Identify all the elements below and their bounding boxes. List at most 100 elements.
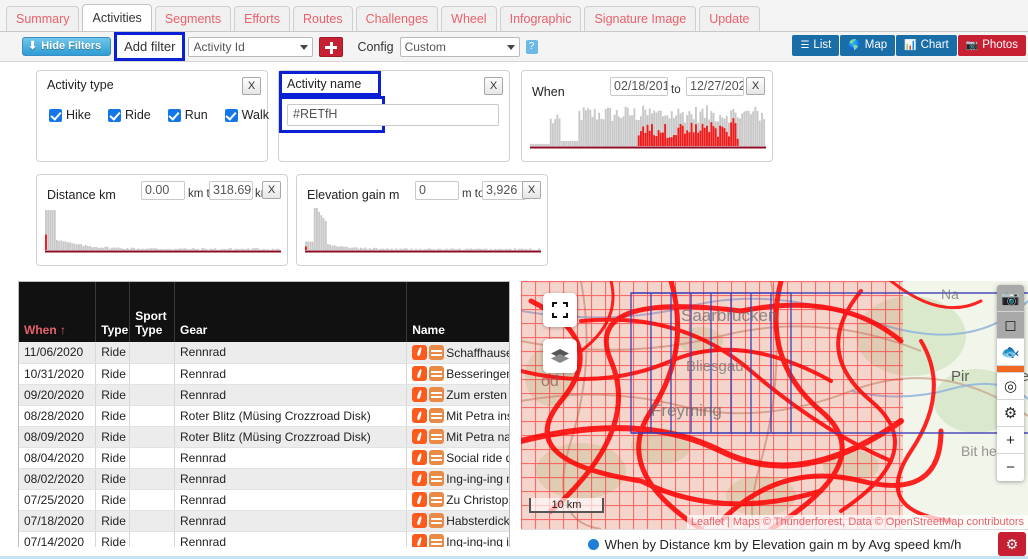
cell-name[interactable]: Mit Petra nach Sa [406,426,509,448]
when-close-button[interactable]: X [746,77,765,95]
table-row[interactable]: 08/28/2020 Ride Roter Blitz (Müsing Crozzr… [19,405,509,427]
zoom-out-icon[interactable]: − [997,454,1024,481]
add-filter-button[interactable] [319,36,344,57]
activity-name-link[interactable]: Besseringen, Hind [446,367,509,381]
cell-name[interactable]: Besseringen, Hind [406,363,509,385]
table-row[interactable]: 08/09/2020 Ride Roter Blitz (Müsing Crozzr… [19,426,509,448]
activity-name-link[interactable]: Zum ersten Mal in [446,388,509,402]
distance-close-button[interactable]: X [262,181,281,199]
view-switcher: ☰ List 🌎 Map 📊 Chart 📷 Photos [792,35,1026,56]
tab-routes[interactable]: Routes [293,6,353,31]
camera-icon[interactable]: 📷 [997,285,1024,312]
elevation-max-input[interactable]: 3,926 [482,181,526,200]
activity-name-link[interactable]: Schaffhausen, no [446,346,509,360]
tab-challenges[interactable]: Challenges [355,6,439,31]
tab-signature-image[interactable]: Signature Image [584,6,697,31]
cell-name[interactable]: Zum ersten Mal in [406,384,509,406]
checkbox-run[interactable] [167,108,181,122]
column-header-when[interactable]: When ↑ [19,282,97,342]
compare-arrows-icon [429,513,445,528]
column-header-name[interactable]: Name [406,282,509,342]
activity-name-close-button[interactable]: X [484,77,503,95]
activity-name-input[interactable]: #RETfH [287,104,499,126]
fish-icon[interactable]: 🐟 [997,339,1024,366]
cell-name[interactable]: Zu Christophs Tra [406,489,509,511]
activity-name-link[interactable]: Mit Petra nach Sa [446,430,509,444]
tab-infographic[interactable]: Infographic [499,6,582,31]
when-from-input[interactable]: 02/18/2012 [610,77,668,96]
table-row[interactable]: 10/31/2020Ride Rennrad Besseringen, Hind [19,363,509,385]
cell-name[interactable]: Mit Petra ins Reco [406,405,509,427]
gear-icon[interactable]: ⚙ [997,400,1024,427]
distance-max-input[interactable]: 318.69 [209,181,253,200]
when-to-input[interactable]: 12/27/2021 [686,77,744,96]
view-button-label: List [813,39,832,51]
svg-text:Bliesgau: Bliesgau [686,358,744,375]
column-header-gear[interactable]: Gear [174,282,408,342]
checkbox-hike[interactable] [49,108,62,122]
filter-type-select[interactable]: Activity Id [188,36,314,57]
activities-table-container[interactable]: When ↑ Type Sport Type Gear Name 11/06/2020 R… [18,281,510,559]
activity-name-link[interactable]: Ing-ing-ing mal an [446,472,509,486]
table-row[interactable]: 08/04/2020Ride Rennrad Social ride des RS [19,447,509,469]
cell-name[interactable]: Social ride des RS [406,447,509,469]
tab-activities[interactable]: Activities [82,4,152,31]
activity-type-option[interactable]: Walk [224,108,269,122]
add-filter-label[interactable]: Add filter [117,35,183,58]
cell-type: Ride [95,363,131,385]
locate-icon[interactable]: ◎ [997,373,1024,400]
tab-update[interactable]: Update [699,6,760,31]
compare-arrows-icon [429,450,445,465]
checkbox-label: Ride [125,108,151,122]
cell-gear: Rennrad [174,447,408,469]
activity-name-link[interactable]: Mit Petra ins Reco [446,409,509,423]
table-row[interactable]: 09/20/2020Ride Rennrad Zum ersten Mal in [19,384,509,406]
tab-efforts[interactable]: Efforts [234,6,290,31]
cell-type: Ride [95,342,131,364]
square-icon[interactable]: ◻ [997,312,1024,339]
checkbox-ride[interactable] [108,108,122,122]
distance-title: Distance km [47,188,116,202]
help-icon[interactable]: ? [525,39,538,54]
table-row[interactable]: 07/25/2020Ride Rennrad Zu Christophs Tra [19,489,509,511]
cell-name[interactable]: Habsterdick, Oeti [406,510,509,532]
activity-name-filter-panel: Activity name X #RETfH [278,70,510,162]
table-row[interactable]: 11/06/2020Ride Rennrad Schaffhausen, no [19,342,509,364]
hide-filters-button[interactable]: ⬇ Hide Filters [22,37,112,56]
tab-summary[interactable]: Summary [6,6,80,31]
view-button-map[interactable]: 🌎 Map [840,35,896,56]
svg-text:Bit he: Bit he [961,443,997,459]
layers-icon[interactable] [543,339,577,373]
fullscreen-icon[interactable] [543,293,577,327]
activity-name-link[interactable]: Habsterdick, Oeti [446,514,509,528]
elevation-min-input[interactable]: 0 [415,181,459,200]
activity-type-close-button[interactable]: X [242,77,261,95]
distance-min-input[interactable]: 0.00 [141,181,185,200]
activity-type-option[interactable]: Hike [49,108,91,122]
view-button-chart[interactable]: 📊 Chart [896,35,957,56]
activity-name-link[interactable]: Zu Christophs Tra [446,493,509,507]
cell-when: 08/04/2020 [19,447,97,469]
table-row[interactable]: 08/02/2020Ride Rennrad Ing-ing-ing mal an [19,468,509,490]
elevation-close-button[interactable]: X [522,181,541,199]
column-header-sport-type[interactable]: Sport Type [129,282,175,342]
column-header-type[interactable]: Type [95,282,131,342]
view-button-list[interactable]: ☰ List [792,35,840,56]
activity-type-option[interactable]: Run [167,108,208,122]
activity-name-link[interactable]: Social ride des RS [446,451,509,465]
settings-gear-button[interactable]: ⚙ [998,532,1026,556]
activity-heatmap[interactable]: Saarbrücken Bliesgau Freyming Na od Pir … [521,281,1028,529]
tab-segments[interactable]: Segments [154,6,232,31]
main-tab-bar: Summary Activities Segments Efforts Routes Ch… [0,0,1028,32]
zoom-in-icon[interactable]: + [997,427,1024,454]
checkbox-walk[interactable] [224,108,238,122]
map-attribution[interactable]: Leaflet | Maps © Thunderforest, Data © O… [686,515,1028,529]
map-canvas: Saarbrücken Bliesgau Freyming Na od Pir … [521,281,1028,529]
activity-type-option[interactable]: Ride [108,108,151,122]
cell-name[interactable]: Schaffhausen, no [406,342,509,364]
tab-wheel[interactable]: Wheel [441,6,497,31]
table-row[interactable]: 07/18/2020Ride Rennrad Habsterdick, Oeti [19,510,509,532]
view-button-photos[interactable]: 📷 Photos [957,35,1026,56]
config-select[interactable]: Custom [399,36,520,57]
cell-name[interactable]: Ing-ing-ing mal an [406,468,509,490]
